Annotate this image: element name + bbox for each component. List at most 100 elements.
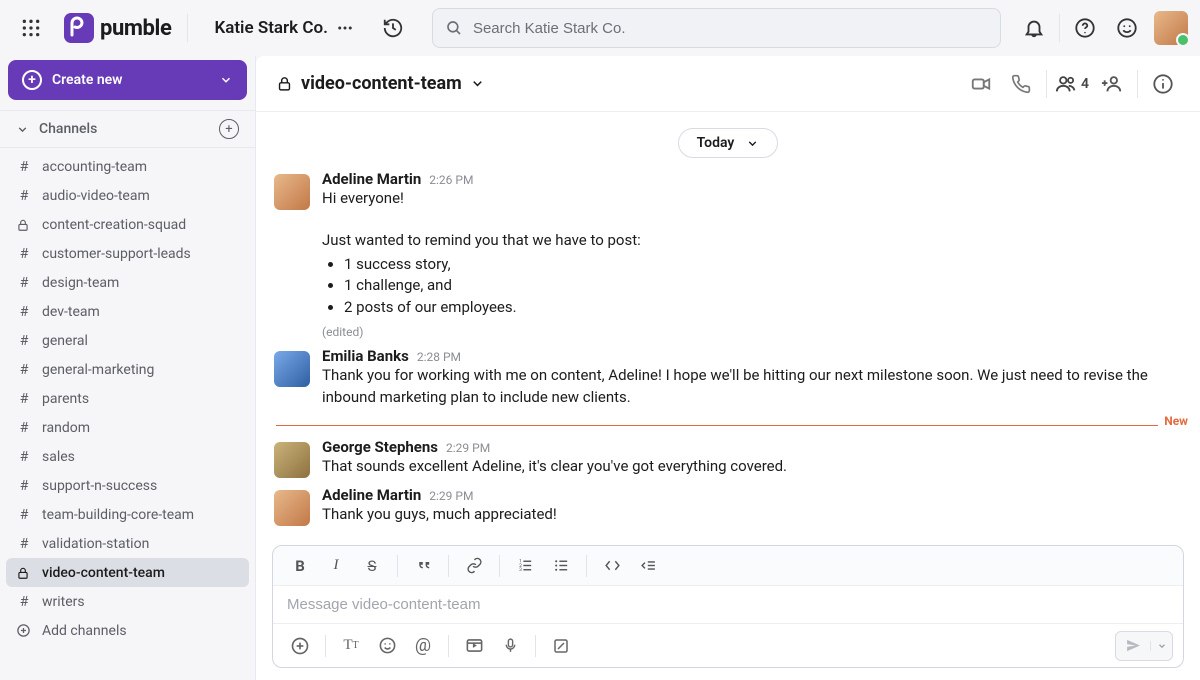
code-button[interactable] [595,551,629,581]
message-author[interactable]: Adeline Martin [322,486,421,504]
sidebar-channel-audio-video-team[interactable]: # audio-video-team [6,181,249,210]
bold-button[interactable]: B [283,551,317,581]
send-options-icon[interactable] [1150,641,1172,651]
hash-icon: # [16,333,32,349]
record-audio-button[interactable] [493,631,527,661]
video-call-button[interactable] [964,67,998,101]
sidebar-channel-writers[interactable]: #writers [6,587,249,616]
help-button[interactable] [1066,9,1104,47]
message: Adeline Martin 2:29 PM Thank you guys, m… [256,482,1200,530]
sidebar-channel-dev-team[interactable]: #dev-team [6,297,249,326]
link-button[interactable] [457,551,491,581]
message: George Stephens 2:29 PM That sounds exce… [256,434,1200,482]
sidebar-channel-video-content-team[interactable]: video-content-team [6,558,249,587]
message-text: That sounds excellent Adeline, it's clea… [322,456,1180,478]
message-author[interactable]: Adeline Martin [322,170,421,188]
message-time: 2:29 PM [429,489,473,503]
text-style-button[interactable]: TT [334,631,368,661]
notifications-button[interactable] [1015,9,1053,47]
date-label: Today [697,135,735,151]
message-time: 2:26 PM [429,173,473,187]
ordered-list-button[interactable]: 123 [508,551,542,581]
quote-button[interactable] [406,551,440,581]
create-label: Create new [52,72,123,88]
search-input[interactable] [473,20,988,37]
date-separator-button[interactable]: Today [678,128,779,158]
divider [1059,14,1060,42]
attach-button[interactable] [283,631,317,661]
brand-logo[interactable]: pumble [64,13,171,43]
channel-label: design-team [42,275,119,291]
channel-label: customer-support-leads [42,246,191,262]
codeblock-button[interactable] [631,551,665,581]
brand-name: pumble [100,16,171,41]
apps-grid-icon[interactable] [12,9,50,47]
channel-label: accounting-team [42,159,147,175]
hash-icon: # [16,188,32,204]
message-author[interactable]: Emilia Banks [322,347,409,365]
send-button[interactable] [1115,631,1173,661]
message-input[interactable] [287,596,1169,613]
chevron-down-icon [746,137,759,150]
avatar[interactable] [274,351,310,387]
channel-title-button[interactable]: video-content-team [276,73,485,94]
sidebar-channel-general[interactable]: # general [6,326,249,355]
strikethrough-button[interactable]: S [355,551,389,581]
sidebar-channel-support-n-success[interactable]: #support-n-success [6,471,249,500]
section-title: Channels [39,121,97,137]
plus-icon [16,623,32,638]
sidebar-channel-team-building-core-team[interactable]: #team-building-core-team [6,500,249,529]
avatar[interactable] [274,174,310,210]
hash-icon: # [16,391,32,407]
message-text: Hi everyone! Just wanted to remind you t… [322,188,1180,319]
history-button[interactable] [374,9,412,47]
user-avatar[interactable] [1154,11,1188,45]
sidebar: + Create new Channels + # accounting-team… [0,56,256,680]
members-button[interactable]: 4 [1055,67,1089,101]
divider [397,555,398,577]
lock-icon [16,218,32,232]
sidebar-channel-validation-station[interactable]: #validation-station [6,529,249,558]
hash-icon: # [16,159,32,175]
create-new-button[interactable]: + Create new [8,60,247,100]
add-people-button[interactable] [1095,67,1129,101]
workspace-switcher[interactable]: Katie Stark Co. [214,18,354,38]
sidebar-channel-content-creation-squad[interactable]: content-creation-squad [6,210,249,239]
topbar: pumble Katie Stark Co. [0,0,1200,56]
channel-label: random [42,420,90,436]
sidebar-channel-accounting-team[interactable]: # accounting-team [6,152,249,181]
hash-icon: # [16,275,32,291]
record-video-button[interactable] [457,631,491,661]
channels-section-header[interactable]: Channels + [0,110,255,148]
sidebar-channel-parents[interactable]: #parents [6,384,249,413]
search-box[interactable] [432,8,1001,48]
new-messages-separator: New [256,418,1200,432]
italic-button[interactable]: I [319,551,353,581]
channel-label: audio-video-team [42,188,150,204]
message-author[interactable]: George Stephens [322,438,438,456]
avatar[interactable] [274,442,310,478]
sidebar-channel-random[interactable]: #random [6,413,249,442]
channel-name: video-content-team [301,73,462,94]
plus-icon: + [22,70,42,90]
composer-actions: TT @ [273,623,1183,667]
bullet-list-button[interactable] [544,551,578,581]
audio-call-button[interactable] [1004,67,1038,101]
add-channels-button[interactable]: Add channels [6,616,249,645]
emoji-button-top[interactable] [1108,9,1146,47]
sidebar-channel-sales[interactable]: #sales [6,442,249,471]
sidebar-channel-general-marketing[interactable]: #general-marketing [6,355,249,384]
svg-text:3: 3 [519,567,522,573]
channel-info-button[interactable] [1146,67,1180,101]
sidebar-channel-design-team[interactable]: # design-team [6,268,249,297]
avatar[interactable] [274,490,310,526]
shortcuts-button[interactable] [544,631,578,661]
add-channel-icon[interactable]: + [219,119,239,139]
message-time: 2:29 PM [446,441,490,455]
emoji-button[interactable] [370,631,404,661]
channel-label: team-building-core-team [42,507,194,523]
mention-button[interactable]: @ [406,631,440,661]
hash-icon: # [16,362,32,378]
sidebar-channel-customer-support-leads[interactable]: #customer-support-leads [6,239,249,268]
channel-label: general [42,333,88,349]
